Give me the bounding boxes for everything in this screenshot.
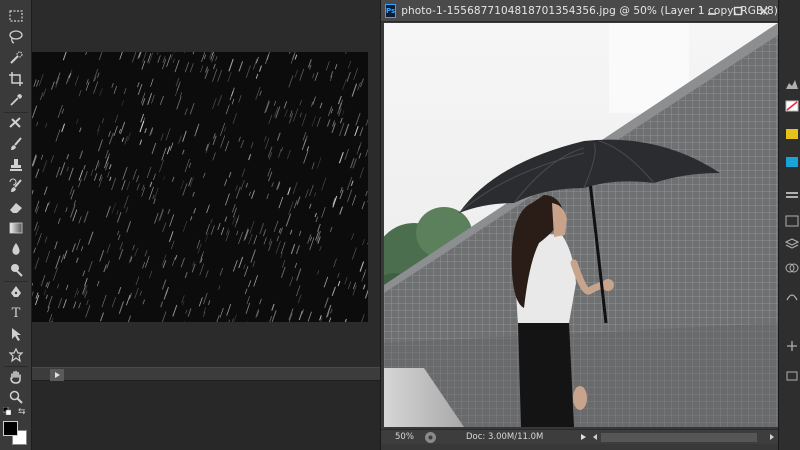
maximize-icon — [733, 6, 743, 15]
document-info-icon[interactable] — [425, 431, 436, 443]
navigator-panel-icon[interactable] — [785, 100, 799, 112]
maximize-button[interactable] — [725, 2, 751, 19]
channels-panel-icon[interactable] — [785, 262, 799, 274]
panel-scrollbar[interactable] — [32, 367, 380, 381]
healing-brush-icon[interactable] — [5, 114, 27, 132]
status-bar: 50% Doc: 3.00M/11.0M — [381, 429, 779, 444]
document-title-bar[interactable]: Ps photo-1-1556877104818701354356.jpg @ … — [381, 0, 787, 22]
hand-icon[interactable] — [5, 368, 27, 386]
horizontal-scrollbar[interactable] — [601, 433, 757, 442]
close-button[interactable] — [751, 2, 777, 19]
photo-canvas[interactable] — [384, 23, 778, 427]
eraser-icon[interactable] — [5, 198, 27, 216]
eyedropper-icon[interactable] — [5, 91, 27, 109]
properties-panel-icon[interactable] — [785, 340, 799, 352]
default-colors-icon[interactable] — [3, 407, 11, 415]
brush-icon[interactable] — [5, 135, 27, 153]
status-menu-arrow-icon[interactable] — [578, 432, 588, 442]
document-window: Ps photo-1-1556877104818701354356.jpg @ … — [380, 0, 787, 450]
lasso-icon[interactable] — [5, 28, 27, 46]
histogram-panel-icon[interactable] — [785, 78, 799, 90]
panel-empty-area — [32, 381, 380, 450]
styles-panel-icon[interactable] — [785, 215, 799, 227]
scroll-left-icon[interactable] — [590, 432, 600, 442]
shape-icon[interactable] — [5, 346, 27, 364]
rain-layer-panel — [32, 0, 380, 450]
marquee-icon[interactable] — [5, 7, 27, 25]
rain-layer-canvas[interactable] — [32, 52, 368, 322]
minimize-icon — [708, 12, 716, 15]
color-panel-icon[interactable] — [785, 156, 799, 168]
umbrella-photo — [384, 23, 778, 427]
close-icon — [759, 6, 769, 15]
adjustments-panel-icon[interactable] — [785, 190, 799, 202]
clone-stamp-icon[interactable] — [5, 156, 27, 174]
quick-select-icon[interactable] — [5, 49, 27, 67]
path-select-icon[interactable] — [5, 325, 27, 343]
dodge-icon[interactable] — [5, 261, 27, 279]
gradient-icon[interactable] — [5, 219, 27, 237]
tools-panel: T ⇆ — [0, 0, 32, 450]
crop-icon[interactable] — [5, 70, 27, 88]
blur-icon[interactable] — [5, 240, 27, 258]
zoom-icon[interactable] — [5, 388, 27, 406]
zoom-level[interactable]: 50% — [395, 432, 423, 442]
pen-icon[interactable] — [5, 283, 27, 301]
type-tool-label: T — [11, 305, 21, 321]
swap-colors-icon[interactable]: ⇆ — [18, 407, 26, 417]
swatches-panel-icon[interactable] — [785, 128, 799, 140]
document-size: Doc: 3.00M/11.0M — [466, 432, 544, 442]
history-panel-icon[interactable] — [785, 370, 799, 382]
scroll-right-icon[interactable] — [767, 432, 777, 442]
photoshop-icon: Ps — [385, 3, 397, 18]
history-brush-icon[interactable] — [5, 177, 27, 195]
collapsed-panels-strip — [778, 0, 800, 450]
minimize-button[interactable] — [699, 2, 725, 19]
foreground-color-swatch[interactable] — [3, 421, 18, 436]
photoshop-workspace: T ⇆ Ps photo-1-1556877104818701354356.jp… — [0, 0, 800, 450]
play-arrow-icon[interactable] — [50, 369, 64, 381]
paths-panel-icon[interactable] — [785, 290, 799, 302]
layers-panel-icon[interactable] — [785, 238, 799, 250]
type-icon[interactable]: T — [5, 304, 27, 322]
